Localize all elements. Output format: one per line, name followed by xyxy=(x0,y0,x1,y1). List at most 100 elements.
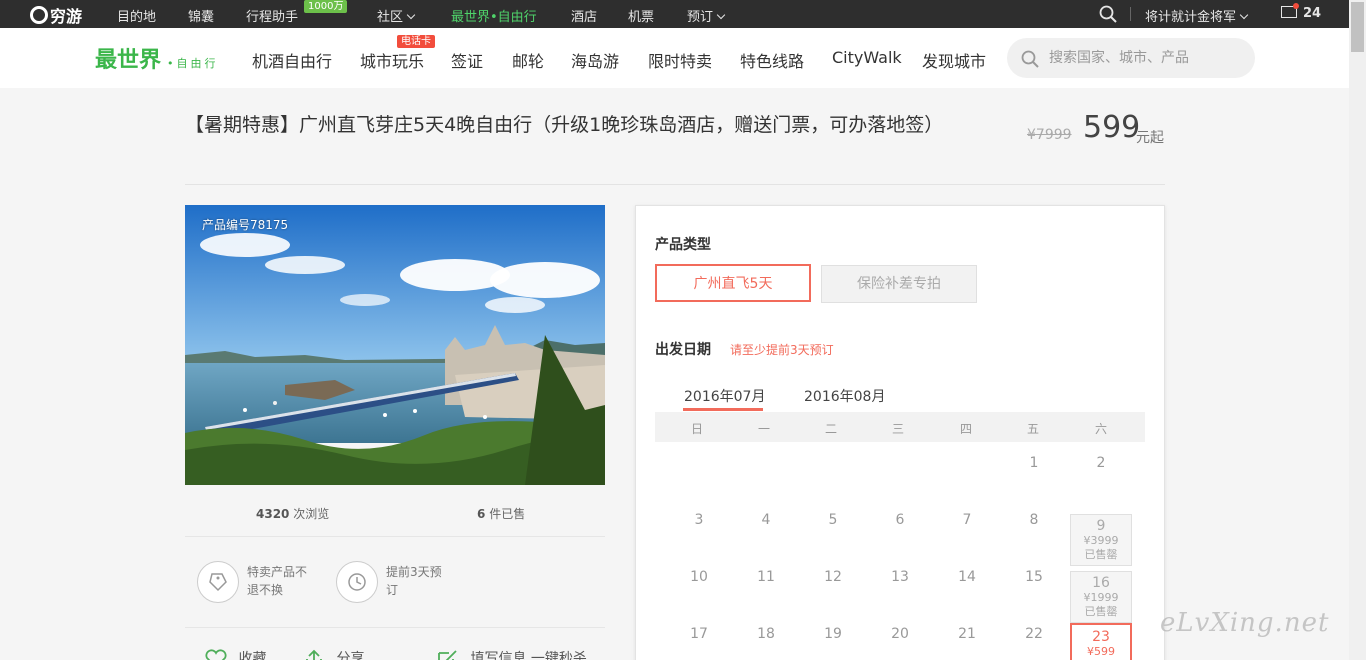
original-price: ¥7999 xyxy=(1027,127,1072,143)
weekday-wed: 三 xyxy=(891,422,904,436)
active-tab-indicator xyxy=(683,408,763,411)
weekday-tue: 二 xyxy=(824,422,837,436)
weekday-sat: 六 xyxy=(1094,422,1107,436)
calendar-day: 7 xyxy=(935,508,999,560)
day-price: ¥3999 xyxy=(1083,534,1119,547)
scrollbar-thumb[interactable] xyxy=(1351,2,1364,52)
search-icon[interactable] xyxy=(1021,50,1039,68)
calendar-day: 11 xyxy=(734,565,798,617)
day-number: 9 xyxy=(1096,518,1106,534)
nav-flash-sale[interactable]: 限时特卖 xyxy=(648,48,712,72)
type-option-guangzhou-5day[interactable]: 广州直飞5天 xyxy=(655,264,811,302)
nav-flight-hotel[interactable]: 机酒自由行 xyxy=(252,48,332,72)
search-icon[interactable] xyxy=(1099,5,1117,23)
day-number: 1 xyxy=(1029,455,1039,471)
product-type-label: 产品类型 xyxy=(655,237,711,253)
day-number: 14 xyxy=(958,569,976,585)
calendar-day: 20 xyxy=(868,622,932,660)
nav-community[interactable]: 社区 xyxy=(377,6,416,25)
day-number: 3 xyxy=(694,512,704,528)
nav-destinations[interactable]: 目的地 xyxy=(117,6,156,25)
weekday-sun: 日 xyxy=(690,422,703,436)
weekday-mon: 一 xyxy=(757,422,770,436)
quick-buy-button[interactable]: 填写信息 一键秒杀 xyxy=(436,648,587,660)
calendar-day[interactable]: 9 ¥3999 已售罄 xyxy=(1070,514,1132,566)
share-icon xyxy=(306,649,322,660)
heart-icon xyxy=(205,649,227,660)
logo-text: 穷游 xyxy=(50,7,83,26)
book-ahead-note: 提前3天预订 xyxy=(386,565,442,597)
search-input[interactable] xyxy=(1049,47,1239,69)
tab-month-july[interactable]: 2016年07月 xyxy=(684,386,765,406)
favorite-button[interactable]: 收藏 xyxy=(204,648,266,660)
brand-logo[interactable]: 最世界 •自由行 xyxy=(95,42,219,74)
chevron-down-icon xyxy=(406,10,416,20)
day-number: 18 xyxy=(757,626,775,642)
day-number: 15 xyxy=(1025,569,1043,585)
nav-itinerary[interactable]: 行程助手 xyxy=(246,6,298,25)
share-button[interactable]: 分享 xyxy=(302,648,364,660)
nav-island[interactable]: 海岛游 xyxy=(571,48,619,72)
site-logo[interactable]: 穷游 xyxy=(30,3,82,27)
nav-citywalk[interactable]: CityWalk xyxy=(832,48,902,67)
nav-city-fun[interactable]: 城市玩乐 xyxy=(360,48,424,72)
chevron-down-icon xyxy=(1239,10,1249,20)
nav-free-travel[interactable]: 最世界•自由行 xyxy=(451,6,537,25)
divider xyxy=(185,184,1165,185)
nav-special-routes[interactable]: 特色线路 xyxy=(740,48,804,72)
type-option-insurance[interactable]: 保险补差专拍 xyxy=(821,265,977,303)
nav-booking[interactable]: 预订 xyxy=(687,6,726,25)
calendar-day: 14 xyxy=(935,565,999,617)
user-menu[interactable]: 将计就计金将军 xyxy=(1145,6,1249,25)
product-title: 【暑期特惠】广州直飞芽庄5天4晚自由行（升级1晚珍珠岛酒店，赠送门票，可办落地签… xyxy=(185,114,944,136)
weekday-fri: 五 xyxy=(1026,422,1039,436)
nav-guides[interactable]: 锦囊 xyxy=(188,6,214,25)
nha-trang-bridge-photo xyxy=(185,205,605,485)
day-number: 22 xyxy=(1025,626,1043,642)
edit-icon xyxy=(438,650,457,660)
day-number: 2 xyxy=(1096,455,1106,471)
product-photo[interactable] xyxy=(185,205,605,485)
day-price: ¥1999 xyxy=(1083,591,1119,604)
nav-visa[interactable]: 签证 xyxy=(451,48,483,72)
day-number: 23 xyxy=(1092,629,1110,645)
views-stat: 4320 次浏览 xyxy=(256,507,330,521)
nav-discover-city[interactable]: 发现城市 xyxy=(922,48,986,72)
calendar-day: 1 xyxy=(1002,451,1066,503)
day-number: 12 xyxy=(824,569,842,585)
sold-out-status: 已售罄 xyxy=(1084,548,1118,561)
day-number: 20 xyxy=(891,626,909,642)
day-price: ¥599 xyxy=(1087,645,1115,658)
day-number: 8 xyxy=(1029,512,1039,528)
day-number: 16 xyxy=(1092,575,1110,591)
tab-month-august[interactable]: 2016年08月 xyxy=(804,386,885,406)
product-nav: 最世界 •自由行 机酒自由行 城市玩乐 电话卡 签证 邮轮 海岛游 限时特卖 特… xyxy=(0,28,1366,88)
current-price: 599 xyxy=(1083,110,1141,145)
scrollbar[interactable] xyxy=(1349,0,1366,660)
q-logo-icon xyxy=(30,6,48,24)
calendar-day: 3 xyxy=(667,508,731,560)
calendar-day: 12 xyxy=(801,565,865,617)
sim-card-tag: 电话卡 xyxy=(397,35,435,48)
weekday-thu: 四 xyxy=(959,422,972,436)
calendar-day: 6 xyxy=(868,508,932,560)
day-number: 17 xyxy=(690,626,708,642)
day-number: 11 xyxy=(757,569,775,585)
nav-flights[interactable]: 机票 xyxy=(628,6,654,25)
sold-stat: 6 件已售 xyxy=(477,507,526,521)
notification-dot xyxy=(1293,3,1299,9)
calendar-day: 8 xyxy=(1002,508,1066,560)
calendar-day[interactable]: 23 ¥599 xyxy=(1070,623,1132,660)
nav-cruise[interactable]: 邮轮 xyxy=(512,48,544,72)
divider xyxy=(185,536,605,537)
day-number: 13 xyxy=(891,569,909,585)
day-number: 19 xyxy=(824,626,842,642)
product-code: 产品编号78175 xyxy=(202,218,289,232)
calendar-day: 2 xyxy=(1069,451,1133,503)
day-number: 21 xyxy=(958,626,976,642)
calendar-day: 13 xyxy=(868,565,932,617)
calendar-day[interactable]: 16 ¥1999 已售罄 xyxy=(1070,571,1132,623)
nav-hotels[interactable]: 酒店 xyxy=(571,6,597,25)
divider xyxy=(185,627,605,628)
calendar-day: 21 xyxy=(935,622,999,660)
